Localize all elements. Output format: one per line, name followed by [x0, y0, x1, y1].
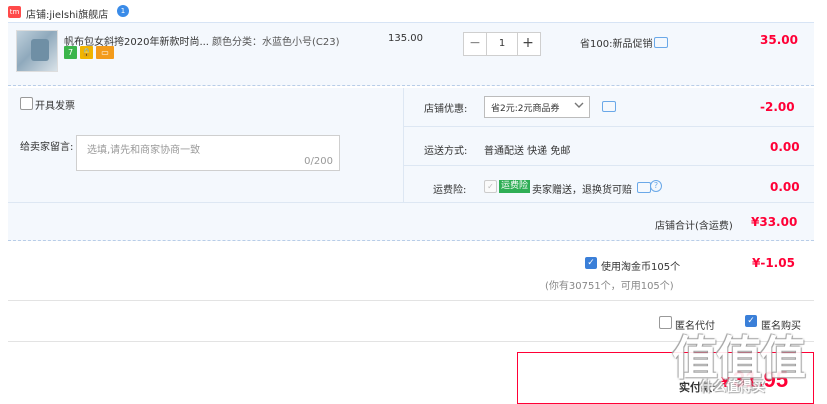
- insurance-badge: 运费险: [499, 180, 531, 193]
- coupon-value: -2.00: [760, 100, 795, 114]
- use-coins-label[interactable]: 使用淘金币105个: [601, 258, 680, 273]
- watermark-text: 什么值得买: [700, 380, 766, 395]
- product-thumbnail[interactable]: [16, 30, 58, 72]
- divider: [404, 165, 814, 166]
- shop-total-label: 店铺合计(含运费): [655, 221, 733, 232]
- guarantee-icon: 🔒: [80, 46, 93, 59]
- insurance-checkbox: ✓: [484, 180, 497, 193]
- insurance-price: 0.00: [770, 180, 800, 194]
- divider: [404, 126, 814, 127]
- coupon-select[interactable]: 省2元:2元商品券: [484, 96, 590, 118]
- invoice-checkbox[interactable]: [20, 97, 33, 110]
- wangwang-chat-icon[interactable]: 1: [117, 5, 129, 17]
- message-counter: 0/200: [304, 156, 333, 167]
- tmall-shop-icon: tm: [8, 6, 21, 18]
- coupon-selected: 省2元:2元商品券: [491, 104, 560, 114]
- coupon-label: 店铺优惠:: [424, 104, 468, 115]
- help-icon[interactable]: ?: [650, 180, 662, 192]
- decrease-button[interactable]: −: [464, 33, 486, 55]
- item-subtotal: 35.00: [760, 33, 798, 47]
- increase-button[interactable]: +: [517, 33, 539, 55]
- shipping-label: 运送方式:: [424, 146, 468, 157]
- shop-total-value: ¥33.00: [751, 215, 798, 229]
- message-placeholder: 选填,请先和商家协商一致: [87, 145, 201, 156]
- divider: [8, 300, 814, 301]
- seven-day-return-icon: 7: [64, 46, 77, 59]
- shop-name[interactable]: 店铺:jielshi旗舰店: [26, 6, 108, 21]
- chevron-down-icon: [573, 96, 585, 114]
- shipping-price: 0.00: [770, 140, 800, 154]
- promo-text: 省100:新品促销: [580, 39, 653, 50]
- anonymous-pay-checkbox[interactable]: [659, 316, 672, 329]
- divider: [403, 88, 404, 202]
- comment-icon[interactable]: [602, 101, 616, 112]
- shop-label: 店铺:: [26, 10, 50, 21]
- unit-price: 135.00: [388, 33, 423, 44]
- insurance-label: 运费险:: [433, 185, 467, 196]
- use-coins-checkbox[interactable]: ✓: [585, 257, 597, 269]
- comment-icon[interactable]: [637, 182, 651, 193]
- item-sku: 颜色分类：水蓝色小号(C23): [212, 37, 340, 48]
- shop-name-text[interactable]: jielshi旗舰店: [49, 10, 108, 21]
- message-label: 给卖家留言:: [20, 142, 74, 153]
- message-textarea[interactable]: 选填,请先和商家协商一致 0/200: [76, 135, 340, 171]
- coins-discount: ¥-1.05: [752, 256, 795, 270]
- coins-note: (你有30751个，可用105个): [545, 281, 674, 292]
- quantity-input[interactable]: 1: [486, 33, 518, 55]
- quantity-stepper: − 1 +: [463, 32, 541, 56]
- invoice-label[interactable]: 开具发票: [35, 97, 75, 112]
- item-row: [8, 22, 814, 86]
- shipping-method: 普通配送 快递 免邮: [484, 146, 571, 157]
- comment-icon[interactable]: [654, 37, 668, 48]
- insurance-text: 卖家赠送，退换货可赔: [532, 185, 632, 196]
- credit-card-icon: ▭: [96, 46, 114, 59]
